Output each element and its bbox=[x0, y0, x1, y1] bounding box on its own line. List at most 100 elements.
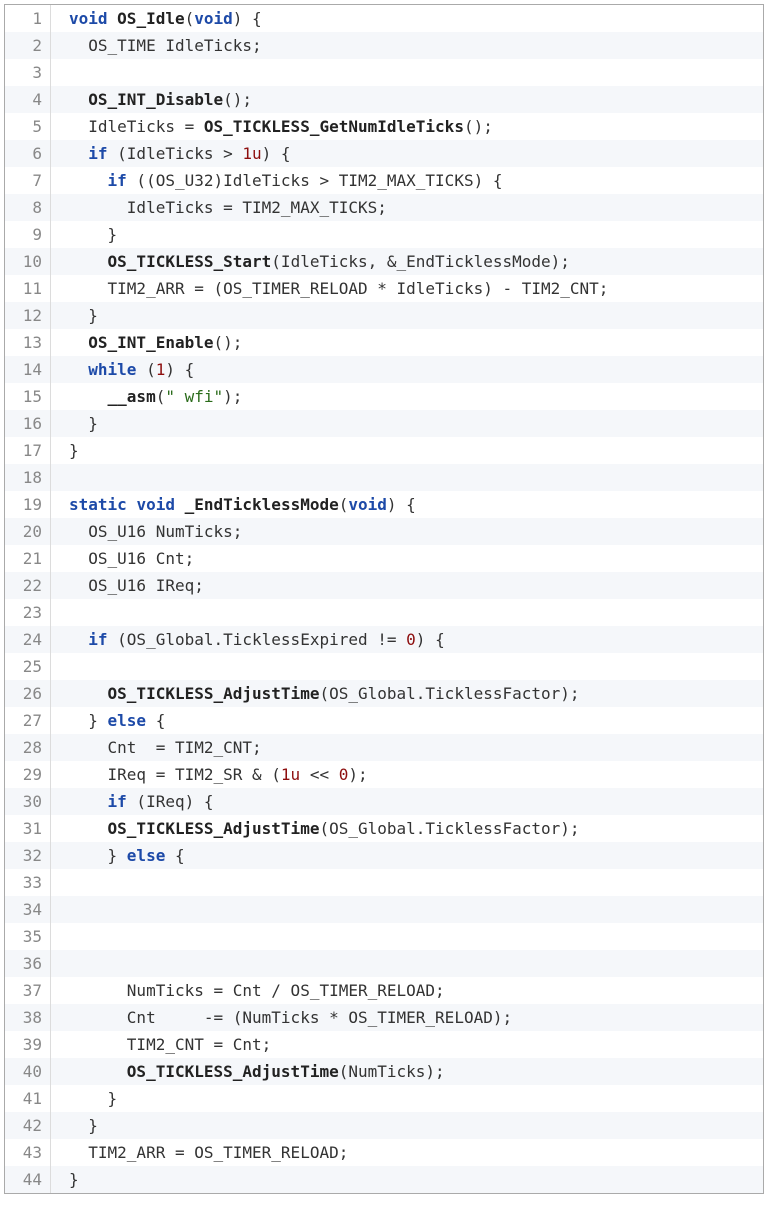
code-line: 4 OS_INT_Disable(); bbox=[5, 86, 763, 113]
token-fn: __asm bbox=[108, 387, 156, 406]
token-kw: void bbox=[348, 495, 387, 514]
code-line: 30 if (IReq) { bbox=[5, 788, 763, 815]
token-punc: } bbox=[88, 414, 98, 433]
token-fn: OS_INT_Enable bbox=[88, 333, 213, 352]
token-kw: void bbox=[194, 9, 233, 28]
code-content: OS_TICKLESS_AdjustTime(NumTicks); bbox=[51, 1058, 445, 1085]
line-number: 42 bbox=[5, 1112, 51, 1139]
code-content: OS_U16 Cnt; bbox=[51, 545, 194, 572]
token-id: << bbox=[300, 765, 339, 784]
code-line: 43 TIM2_ARR = OS_TIMER_RELOAD; bbox=[5, 1139, 763, 1166]
code-line: 14 while (1) { bbox=[5, 356, 763, 383]
code-content: if (IdleTicks > 1u) { bbox=[51, 140, 291, 167]
token-fn: OS_INT_Disable bbox=[88, 90, 223, 109]
code-line: 7 if ((OS_U32)IdleTicks > TIM2_MAX_TICKS… bbox=[5, 167, 763, 194]
token-id: Cnt = TIM2_CNT; bbox=[108, 738, 262, 757]
code-line: 29 IReq = TIM2_SR & (1u << 0); bbox=[5, 761, 763, 788]
token-punc: (OS_Global.TicklessFactor); bbox=[319, 684, 579, 703]
line-number: 33 bbox=[5, 869, 51, 896]
code-content: } else { bbox=[51, 707, 165, 734]
code-line: 16 } bbox=[5, 410, 763, 437]
token-kw: if bbox=[88, 144, 107, 163]
code-content: TIM2_ARR = OS_TIMER_RELOAD; bbox=[51, 1139, 348, 1166]
code-content: Cnt = TIM2_CNT; bbox=[51, 734, 262, 761]
code-line: 22 OS_U16 IReq; bbox=[5, 572, 763, 599]
code-content: } else { bbox=[51, 842, 185, 869]
code-line: 20 OS_U16 NumTicks; bbox=[5, 518, 763, 545]
token-id: ); bbox=[348, 765, 367, 784]
line-number: 11 bbox=[5, 275, 51, 302]
token-punc: } bbox=[88, 711, 107, 730]
token-num: 1u bbox=[242, 144, 261, 163]
code-content: } bbox=[51, 1085, 117, 1112]
line-number: 37 bbox=[5, 977, 51, 1004]
token-punc: ( bbox=[339, 495, 349, 514]
token-fn: OS_TICKLESS_AdjustTime bbox=[127, 1062, 339, 1081]
token-id: TIM2_ARR = (OS_TIMER_RELOAD * IdleTicks)… bbox=[108, 279, 609, 298]
token-punc: ) { bbox=[387, 495, 416, 514]
code-line: 8 IdleTicks = TIM2_MAX_TICKS; bbox=[5, 194, 763, 221]
token-fn: OS_TICKLESS_AdjustTime bbox=[108, 819, 320, 838]
token-fn: _EndTicklessMode bbox=[185, 495, 339, 514]
token-punc: { bbox=[165, 846, 184, 865]
line-number: 18 bbox=[5, 464, 51, 491]
code-content: if (OS_Global.TicklessExpired != 0) { bbox=[51, 626, 445, 653]
code-content: IdleTicks = TIM2_MAX_TICKS; bbox=[51, 194, 387, 221]
token-id: IdleTicks = TIM2_MAX_TICKS; bbox=[127, 198, 387, 217]
token-kw: if bbox=[108, 171, 127, 190]
code-content: OS_TIME IdleTicks; bbox=[51, 32, 262, 59]
line-number: 20 bbox=[5, 518, 51, 545]
token-punc: (NumTicks); bbox=[339, 1062, 445, 1081]
code-content: TIM2_CNT = Cnt; bbox=[51, 1031, 271, 1058]
token-id: OS_U16 NumTicks; bbox=[88, 522, 242, 541]
token-num: 1 bbox=[156, 360, 166, 379]
token-id: OS_TIME IdleTicks; bbox=[88, 36, 261, 55]
token-punc: (OS_Global.TicklessExpired != bbox=[108, 630, 407, 649]
code-content: void OS_Idle(void) { bbox=[51, 5, 262, 32]
code-line: 10 OS_TICKLESS_Start(IdleTicks, &_EndTic… bbox=[5, 248, 763, 275]
token-punc: ( bbox=[136, 360, 155, 379]
line-number: 23 bbox=[5, 599, 51, 626]
token-punc: } bbox=[88, 306, 98, 325]
token-punc: } bbox=[108, 225, 118, 244]
token-punc: (IReq) { bbox=[127, 792, 214, 811]
token-id: IdleTicks = bbox=[88, 117, 204, 136]
code-line: 33 bbox=[5, 869, 763, 896]
code-content: if (IReq) { bbox=[51, 788, 214, 815]
code-line: 18 bbox=[5, 464, 763, 491]
line-number: 27 bbox=[5, 707, 51, 734]
line-number: 26 bbox=[5, 680, 51, 707]
token-punc: ( bbox=[185, 9, 195, 28]
token-kw: void bbox=[136, 495, 175, 514]
code-block: 1void OS_Idle(void) {2 OS_TIME IdleTicks… bbox=[4, 4, 764, 1194]
code-line: 26 OS_TICKLESS_AdjustTime(OS_Global.Tick… bbox=[5, 680, 763, 707]
code-line: 32 } else { bbox=[5, 842, 763, 869]
token-punc: } bbox=[108, 846, 127, 865]
line-number: 3 bbox=[5, 59, 51, 86]
code-line: 40 OS_TICKLESS_AdjustTime(NumTicks); bbox=[5, 1058, 763, 1085]
token-num: 1u bbox=[281, 765, 300, 784]
code-content: NumTicks = Cnt / OS_TIMER_RELOAD; bbox=[51, 977, 445, 1004]
code-line: 31 OS_TICKLESS_AdjustTime(OS_Global.Tick… bbox=[5, 815, 763, 842]
token-punc: ) { bbox=[233, 9, 262, 28]
line-number: 25 bbox=[5, 653, 51, 680]
line-number: 8 bbox=[5, 194, 51, 221]
code-line: 9 } bbox=[5, 221, 763, 248]
code-line: 41 } bbox=[5, 1085, 763, 1112]
line-number: 2 bbox=[5, 32, 51, 59]
token-num: 0 bbox=[339, 765, 349, 784]
code-line: 2 OS_TIME IdleTicks; bbox=[5, 32, 763, 59]
code-content: } bbox=[51, 410, 98, 437]
line-number: 15 bbox=[5, 383, 51, 410]
token-punc: } bbox=[69, 441, 79, 460]
code-content: } bbox=[51, 1166, 79, 1193]
code-content: while (1) { bbox=[51, 356, 194, 383]
line-number: 32 bbox=[5, 842, 51, 869]
code-line: 44} bbox=[5, 1166, 763, 1193]
code-content: OS_U16 NumTicks; bbox=[51, 518, 242, 545]
code-line: 3 bbox=[5, 59, 763, 86]
code-content: OS_TICKLESS_AdjustTime(OS_Global.Tickles… bbox=[51, 680, 580, 707]
code-content: OS_INT_Disable(); bbox=[51, 86, 252, 113]
code-line: 21 OS_U16 Cnt; bbox=[5, 545, 763, 572]
code-line: 1void OS_Idle(void) { bbox=[5, 5, 763, 32]
